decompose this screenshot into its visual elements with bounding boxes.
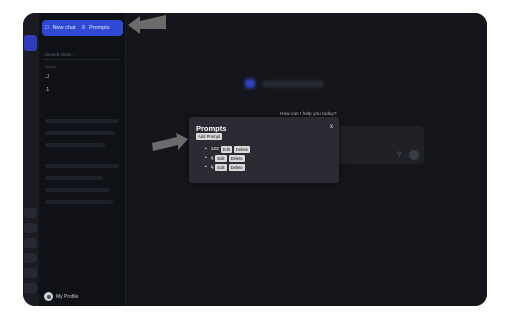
bullet-icon: • bbox=[205, 165, 207, 170]
avatar-icon bbox=[44, 292, 53, 301]
blurred-history-line bbox=[45, 176, 103, 180]
prompt-text: q bbox=[210, 165, 214, 170]
profile-label: My Profile bbox=[56, 293, 79, 300]
section-label: Today bbox=[45, 64, 56, 69]
blurred-history-line bbox=[45, 119, 119, 123]
new-chat-button[interactable]: □ New chat bbox=[45, 25, 76, 31]
blurred-logo bbox=[245, 79, 255, 88]
background-app-strip bbox=[23, 13, 39, 306]
blurred-history-line bbox=[45, 131, 115, 135]
edit-button[interactable]: Edit bbox=[215, 164, 227, 171]
prompts-button[interactable]: ≡ Prompts bbox=[82, 25, 110, 31]
sidebar: □ New chat ≡ Prompts Search chats... Tod… bbox=[39, 13, 126, 306]
blurred-history-line bbox=[45, 200, 113, 204]
prompt-item: • q Edit Delete bbox=[205, 164, 245, 171]
delete-button[interactable]: Delete bbox=[228, 164, 245, 171]
add-prompt-button[interactable]: Add Prompt bbox=[196, 133, 223, 140]
modal-title: Prompts bbox=[196, 124, 227, 133]
sidebar-topbar: □ New chat ≡ Prompts bbox=[42, 20, 123, 36]
prompt-text: q bbox=[210, 156, 214, 161]
send-icon[interactable] bbox=[409, 150, 419, 160]
blurred-history-line bbox=[45, 188, 109, 192]
history-item[interactable]: .1 bbox=[45, 87, 49, 93]
prompt-item: • 123 Edit Delete bbox=[205, 146, 251, 153]
search-input[interactable]: Search chats... bbox=[43, 50, 121, 60]
new-chat-icon: □ bbox=[45, 25, 49, 31]
delete-button[interactable]: Delete bbox=[228, 155, 245, 162]
pointer-arrow-icon bbox=[128, 15, 166, 34]
delete-button[interactable]: Delete bbox=[233, 146, 251, 153]
prompt-item: • q Edit Delete bbox=[205, 155, 245, 162]
pointer-arrow-icon bbox=[152, 133, 188, 151]
blurred-history-line bbox=[45, 164, 119, 168]
history-item[interactable]: .J bbox=[45, 74, 49, 80]
prompts-modal: Prompts x Add Prompt • 123 Edit Delete •… bbox=[189, 117, 339, 183]
profile-button[interactable]: My Profile bbox=[44, 292, 78, 301]
paperclip-icon[interactable]: ⚲ bbox=[397, 151, 401, 158]
close-button[interactable]: x bbox=[330, 124, 333, 130]
prompts-label: Prompts bbox=[89, 25, 110, 31]
edit-button[interactable]: Edit bbox=[215, 155, 227, 162]
prompts-icon: ≡ bbox=[81, 25, 86, 31]
edit-button[interactable]: Edit bbox=[220, 146, 232, 153]
blurred-title bbox=[262, 81, 324, 87]
new-chat-label: New chat bbox=[52, 25, 76, 31]
blurred-history-line bbox=[45, 143, 105, 147]
prompt-text: 123 bbox=[210, 147, 219, 152]
bullet-icon: • bbox=[205, 147, 207, 152]
bullet-icon: • bbox=[205, 156, 207, 161]
